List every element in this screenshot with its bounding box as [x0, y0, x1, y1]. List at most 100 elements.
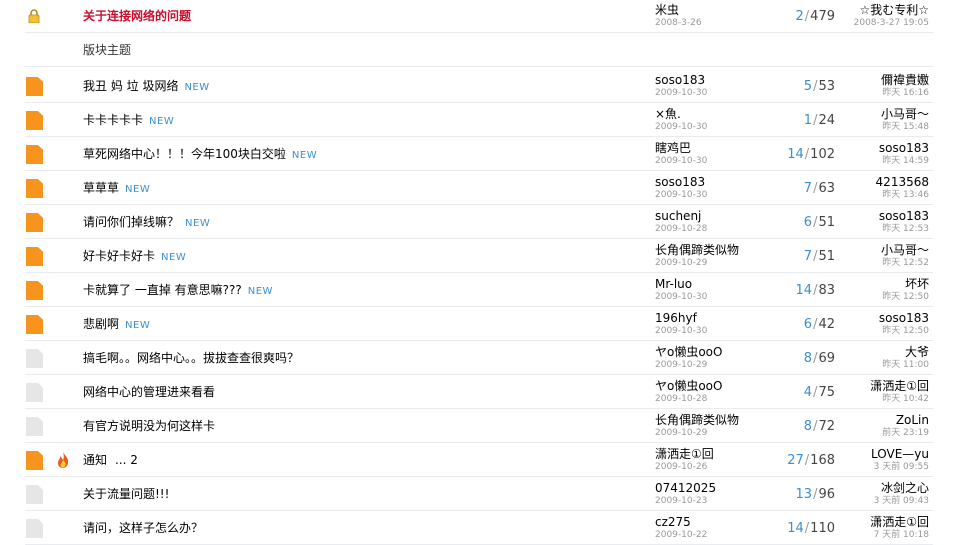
unread-topic-icon	[26, 451, 43, 470]
reply-count: 27	[787, 453, 804, 468]
thread-author[interactable]: 长角偶蹄类似物	[655, 413, 739, 428]
thread-author[interactable]: 米虫	[655, 3, 679, 18]
hot-flame-icon	[55, 451, 71, 469]
thread-post-date: 2009-10-28	[655, 394, 708, 404]
new-badge: NEW	[247, 286, 273, 297]
last-post-user[interactable]: 儞禕貴嫐	[881, 73, 929, 88]
read-topic-icon	[26, 519, 43, 538]
last-post-date[interactable]: 3 天前 09:55	[874, 462, 929, 473]
thread-title[interactable]: 草死网络中心！！！今年100块白交啦	[83, 147, 286, 161]
thread-title[interactable]: 关于连接网络的问题	[83, 9, 191, 23]
unread-topic-icon	[26, 315, 43, 334]
last-post-user[interactable]: 小马哥～	[881, 243, 929, 258]
last-post-date[interactable]: 昨天 12:52	[882, 258, 929, 269]
thread-post-date: 2009-10-26	[655, 462, 708, 472]
reply-view-count: 2/479	[795, 9, 836, 24]
thread-author[interactable]: 长角偶蹄类似物	[655, 243, 739, 258]
unread-topic-icon	[26, 213, 43, 232]
last-post-date[interactable]: 2008-3-27 19:05	[854, 18, 929, 29]
thread-author[interactable]: suchenj	[655, 209, 701, 224]
thread-title[interactable]: 通知	[83, 453, 107, 467]
reply-view-count: 27/168	[787, 453, 835, 468]
thread-title[interactable]: 请问，这样子怎么办？	[83, 521, 203, 535]
last-post-user[interactable]: ZoLin	[896, 413, 929, 428]
last-post-date[interactable]: 昨天 14:59	[882, 156, 929, 167]
reply-count: 4	[803, 385, 813, 400]
thread-title[interactable]: 卡就算了 一直掉 有意思嘛???	[83, 283, 242, 297]
thread-author[interactable]: ヤo懒虫ooO	[655, 345, 722, 360]
thread-author[interactable]: 潇洒走①回	[655, 447, 714, 462]
thread-author[interactable]: 瞎鸡巴	[655, 141, 691, 156]
last-post-user[interactable]: 冰剑之心	[881, 481, 929, 496]
new-badge: NEW	[184, 82, 210, 93]
last-post-user[interactable]: soso183	[879, 209, 929, 224]
thread-title[interactable]: 有官方说明没为何这样卡	[83, 419, 215, 433]
thread-author[interactable]: cz275	[655, 515, 691, 530]
thread-author[interactable]: ヤo懒虫ooO	[655, 379, 722, 394]
last-post-user[interactable]: 大爷	[905, 345, 929, 360]
last-post-user[interactable]: soso183	[879, 311, 929, 326]
view-count: 75	[818, 385, 835, 400]
last-post-date[interactable]: 昨天 11:00	[882, 360, 929, 371]
last-post-date[interactable]: 昨天 15:48	[882, 122, 929, 133]
thread-title[interactable]: 请问你们掉线嘛？	[83, 215, 179, 229]
last-post-date[interactable]: 昨天 12:50	[882, 292, 929, 303]
read-topic-icon	[26, 349, 43, 368]
reply-count: 14	[787, 147, 804, 162]
view-count: 168	[810, 453, 835, 468]
reply-count: 6	[803, 317, 813, 332]
last-post-user[interactable]: 4213568	[876, 175, 929, 190]
thread-title[interactable]: 好卡好卡好卡	[83, 249, 155, 263]
view-count: 96	[818, 487, 835, 502]
last-post-date[interactable]: 昨天 13:46	[882, 190, 929, 201]
thread-row: 草死网络中心！！！今年100块白交啦 NEW 瞎鸡巴 2009-10-30 14/102…	[25, 138, 933, 171]
last-post-date[interactable]: 前天 23:19	[882, 428, 929, 439]
thread-row: 搞毛啊。。网络中心。。拔拔查查很爽吗？ ヤo懒虫ooO 2009-10-29 8/69…	[25, 342, 933, 375]
thread-title[interactable]: 草草草	[83, 181, 119, 195]
last-post-date[interactable]: 昨天 10:42	[882, 394, 929, 405]
reply-view-count: 13/96	[795, 487, 835, 502]
new-badge: NEW	[125, 184, 151, 195]
thread-author[interactable]: 196hyf	[655, 311, 697, 326]
last-post-date[interactable]: 昨天 12:50	[882, 326, 929, 337]
last-post-user[interactable]: ☆我む专利☆	[859, 3, 929, 18]
last-post-date[interactable]: 7 天前 10:18	[874, 530, 929, 541]
view-count: 102	[810, 147, 835, 162]
last-post-user[interactable]: 潇洒走①回	[870, 379, 929, 394]
section-header-row: 版块主题	[25, 34, 933, 67]
thread-author[interactable]: 07412025	[655, 481, 716, 496]
thread-author[interactable]: soso183	[655, 73, 705, 88]
last-post-date[interactable]: 昨天 12:53	[882, 224, 929, 235]
thread-title[interactable]: 卡卡卡卡卡	[83, 113, 143, 127]
reply-view-count: 14/110	[787, 521, 835, 536]
view-count: 110	[810, 521, 835, 536]
thread-post-date: 2009-10-28	[655, 224, 708, 234]
last-post-user[interactable]: LOVE—yu	[871, 447, 929, 462]
last-post-user[interactable]: 小马哥～	[881, 107, 929, 122]
lock-icon	[27, 9, 41, 23]
view-count: 83	[818, 283, 835, 298]
thread-row: 卡就算了 一直掉 有意思嘛??? NEW Mr-luo 2009-10-30 14/83…	[25, 274, 933, 307]
last-post-user[interactable]: 潇洒走①回	[870, 515, 929, 530]
thread-post-date: 2009-10-29	[655, 428, 708, 438]
last-post-date[interactable]: 昨天 16:16	[882, 88, 929, 99]
view-count: 51	[818, 249, 835, 264]
thread-title[interactable]: 关于流量问题!!!	[83, 487, 169, 501]
reply-count: 1	[803, 113, 813, 128]
thread-title-block: 搞毛啊。。网络中心。。拔拔查查很爽吗？	[83, 351, 299, 365]
reply-view-count: 8/69	[803, 351, 835, 366]
thread-author[interactable]: Mr-luo	[655, 277, 692, 292]
last-post-user[interactable]: soso183	[879, 141, 929, 156]
page-link[interactable]: ... 2	[115, 453, 138, 467]
thread-author[interactable]: ×魚.	[655, 107, 681, 122]
reply-count: 14	[795, 283, 813, 298]
thread-row: 请问你们掉线嘛？ NEW suchenj 2009-10-28 6/51 soso183 昨…	[25, 206, 933, 239]
last-post-user[interactable]: 坏坏	[905, 277, 929, 292]
last-post-date[interactable]: 3 天前 09:43	[874, 496, 929, 507]
thread-title[interactable]: 搞毛啊。。网络中心。。拔拔查查很爽吗？	[83, 351, 299, 365]
thread-author[interactable]: soso183	[655, 175, 705, 190]
thread-title[interactable]: 我丑 妈 垃 圾网络	[83, 79, 178, 93]
thread-title[interactable]: 网络中心的管理进来看看	[83, 385, 215, 399]
read-topic-icon	[26, 485, 43, 504]
thread-title[interactable]: 悲剧啊	[83, 317, 119, 331]
